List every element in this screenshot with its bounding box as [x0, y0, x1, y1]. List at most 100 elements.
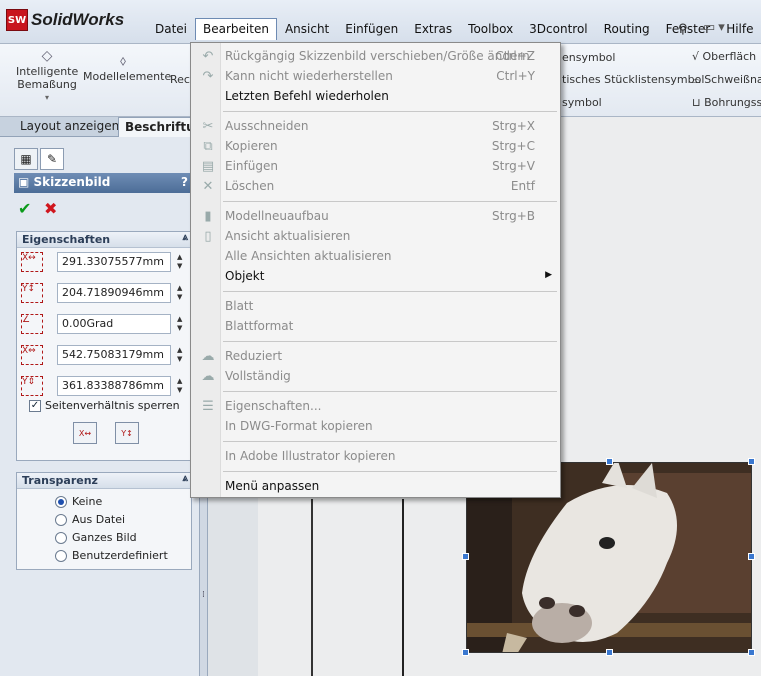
menu-item-paste[interactable]: ▤ Einfügen Strg+V	[191, 157, 560, 177]
radio-benutzerdefiniert-dot[interactable]	[55, 549, 67, 562]
menu-item-delete-shortcut: Entf	[510, 179, 535, 193]
menu-item-properties[interactable]: ☰ Eigenschaften...	[191, 397, 560, 417]
undo-icon: ↶	[202, 49, 214, 64]
menu-item-rebuild-label: Modellneuaufbau	[225, 209, 329, 223]
model-items-label: Modellelemente	[83, 70, 172, 83]
ribbon-item-symbol-3[interactable]: symbol	[562, 96, 602, 109]
radio-ganzes-bild[interactable]: Ganzes Bild	[55, 531, 137, 544]
new-document-icon[interactable]: ▭▾	[703, 20, 728, 35]
collapse-icon[interactable]: ⩓	[182, 232, 188, 243]
x-position-spinner[interactable]: ▲ ▼	[177, 253, 182, 271]
menu-item-rebuild[interactable]: ▮ Modellneuaufbau Strg+B	[191, 207, 560, 227]
flip-vertical-button[interactable]: Y↕	[115, 422, 139, 444]
resize-handle-bottom-left[interactable]	[462, 649, 469, 656]
resize-handle-top-right[interactable]	[748, 458, 755, 465]
splitter-grip-icon[interactable]: ⁞	[202, 590, 205, 600]
radio-keine-dot[interactable]	[55, 495, 67, 508]
update-view-icon: ▯	[204, 229, 212, 244]
ribbon-item-surface-finish[interactable]: √ Oberfläch	[692, 50, 756, 63]
command-manager-tabs: Layout anzeigen Beschriftu	[0, 117, 202, 137]
ribbon-item-weld-symbol[interactable]: ⌓ Schweißna	[692, 73, 761, 87]
y-position-spinner[interactable]: ▲ ▼	[177, 284, 182, 302]
menu-item-paste-shortcut: Strg+V	[492, 159, 535, 173]
lock-aspect-row[interactable]: ✓ Seitenverhältnis sperren	[29, 399, 180, 412]
width-input[interactable]: 542.75083179mm	[57, 345, 171, 365]
menu-item-lightweight[interactable]: ☁ Reduziert	[191, 347, 560, 367]
menu-item-update-all-views[interactable]: Alle Ansichten aktualisieren	[191, 247, 560, 267]
width-spinner[interactable]: ▲ ▼	[177, 346, 182, 364]
radio-aus-datei-dot[interactable]	[55, 513, 67, 526]
properties-group-header[interactable]: Eigenschaften ⩓	[17, 232, 191, 248]
x-position-input[interactable]: 291.33075577mm	[57, 252, 171, 272]
radio-aus-datei-label: Aus Datei	[72, 513, 126, 526]
resize-handle-left[interactable]	[462, 553, 469, 560]
menu-item-object[interactable]: Objekt ▶	[191, 267, 560, 287]
menu-routing[interactable]: Routing	[596, 18, 658, 40]
ribbon-item-symbol-1[interactable]: ensymbol	[562, 51, 615, 64]
scissors-icon: ✂	[202, 119, 214, 134]
menu-bearbeiten[interactable]: Bearbeiten	[195, 18, 277, 40]
menu-item-copy-illustrator[interactable]: In Adobe Illustrator kopieren	[191, 447, 560, 467]
collapse-icon[interactable]: ⩓	[182, 473, 188, 484]
resize-handle-top[interactable]	[606, 458, 613, 465]
height-spinner[interactable]: ▲ ▼	[177, 377, 182, 395]
app-name: SolidWorks	[31, 10, 125, 29]
property-manager-tab-icon[interactable]: ✎	[40, 148, 64, 170]
ribbon-item-bom-symbol[interactable]: tisches Stücklistensymbol	[562, 73, 704, 86]
menu-einfuegen[interactable]: Einfügen	[337, 18, 406, 40]
property-manager-tabs: ▦ ✎	[14, 148, 66, 170]
menu-datei[interactable]: Datei	[147, 18, 195, 40]
menu-item-cut[interactable]: ✂ Ausschneiden Strg+X	[191, 117, 560, 137]
radio-benutzerdefiniert[interactable]: Benutzerdefiniert	[55, 549, 168, 562]
feature-manager-tab-icon[interactable]: ▦	[14, 148, 38, 170]
ribbon-item-hole-callout[interactable]: ⊔ Bohrungssy	[692, 96, 761, 109]
tab-layout-anzeigen[interactable]: Layout anzeigen	[14, 117, 125, 137]
menu-item-sheet[interactable]: Blatt	[191, 297, 560, 317]
menu-3dcontrol[interactable]: 3Dcontrol	[521, 18, 595, 40]
menu-item-object-label: Objekt	[225, 269, 265, 283]
menu-item-undo[interactable]: ↶ Rückgängig Skizzenbild verschieben/Grö…	[191, 47, 560, 67]
resize-handle-bottom[interactable]	[606, 649, 613, 656]
smart-dimension-button[interactable]: ◇ Intelligente Bemaßung ▾	[16, 49, 78, 104]
lock-aspect-checkbox[interactable]: ✓	[29, 399, 41, 412]
model-items-button[interactable]: ⬨ Modellelemente	[83, 54, 171, 83]
radio-keine[interactable]: Keine	[55, 495, 102, 508]
menu-item-sheet-format[interactable]: Blattformat	[191, 317, 560, 337]
menu-item-repeat-last[interactable]: Letzten Befehl wiederholen	[191, 87, 560, 107]
dropdown-arrow-icon[interactable]: ▾	[16, 91, 78, 104]
flip-horizontal-button[interactable]: X↔	[73, 422, 97, 444]
transparency-group-header[interactable]: Transparenz ⩓	[17, 473, 191, 489]
resize-handle-bottom-right[interactable]	[748, 649, 755, 656]
menu-ansicht[interactable]: Ansicht	[277, 18, 337, 40]
menu-toolbox[interactable]: Toolbox	[460, 18, 521, 40]
resize-handle-right[interactable]	[748, 553, 755, 560]
height-input[interactable]: 361.83388786mm	[57, 376, 171, 396]
ribbon-button-partial[interactable]: Rec	[170, 73, 190, 86]
solidworks-logo[interactable]: SW SolidWorks	[6, 8, 124, 32]
cancel-x-icon[interactable]: ✖	[44, 199, 57, 218]
radio-ganzes-bild-dot[interactable]	[55, 531, 67, 544]
copy-icon: ⧉	[203, 139, 213, 154]
menu-item-update-view[interactable]: ▯ Ansicht aktualisieren	[191, 227, 560, 247]
redo-icon: ↷	[202, 69, 214, 84]
hole-callout-icon: ⊔	[692, 96, 705, 109]
menu-item-copy[interactable]: ⧉ Kopieren Strg+C	[191, 137, 560, 157]
ok-checkmark-icon[interactable]: ✔	[18, 199, 31, 218]
menu-separator	[223, 441, 557, 442]
menu-item-redo[interactable]: ↷ Kann nicht wiederherstellen Ctrl+Y	[191, 67, 560, 87]
angle-spinner[interactable]: ▲ ▼	[177, 315, 182, 333]
help-icon[interactable]: ?	[181, 175, 188, 189]
radio-aus-datei[interactable]: Aus Datei	[55, 513, 125, 526]
menu-item-copy-dwg[interactable]: In DWG-Format kopieren	[191, 417, 560, 437]
sheet-border-line	[402, 499, 404, 676]
menu-item-delete[interactable]: ✕ Löschen Entf	[191, 177, 560, 197]
menu-extras[interactable]: Extras	[406, 18, 460, 40]
y-position-input[interactable]: 204.71890946mm	[57, 283, 171, 303]
menu-item-customize[interactable]: Menü anpassen	[191, 477, 560, 497]
pin-icon[interactable]: ⚲	[678, 22, 688, 37]
menu-item-resolved[interactable]: ☁ Vollständig	[191, 367, 560, 387]
pm-title: ▣ Skizzenbild ?	[14, 173, 192, 193]
edit-dropdown-menu: ↶ Rückgängig Skizzenbild verschieben/Grö…	[190, 42, 561, 498]
menu-item-rebuild-shortcut: Strg+B	[492, 209, 535, 223]
angle-input[interactable]: 0.00Grad	[57, 314, 171, 334]
